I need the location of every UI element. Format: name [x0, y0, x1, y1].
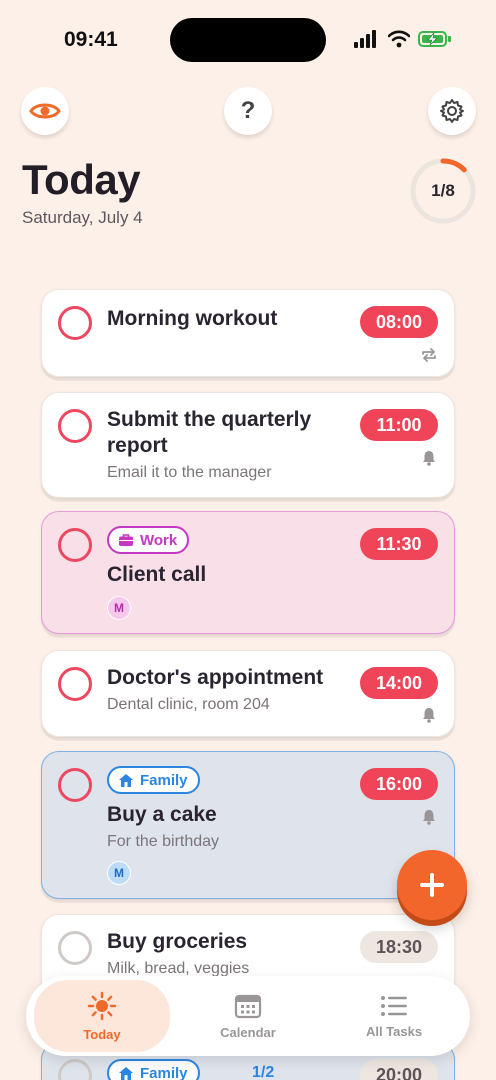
calendar-icon: [234, 994, 262, 1018]
repeat-icon: [422, 348, 436, 362]
status-bar: 09:41: [0, 0, 496, 80]
tab-label: Calendar: [220, 1024, 276, 1040]
task-checkbox[interactable]: [58, 768, 92, 802]
add-task-button[interactable]: [397, 850, 467, 920]
task-time[interactable]: 08:00: [360, 306, 438, 338]
task-checkbox[interactable]: [58, 1059, 92, 1080]
help-button[interactable]: ?: [224, 87, 272, 135]
task-card[interactable]: Morning workout 08:00: [41, 289, 455, 377]
task-checkbox[interactable]: [58, 667, 92, 701]
tab-today[interactable]: Today: [34, 980, 170, 1052]
tab-calendar[interactable]: Calendar: [180, 980, 316, 1052]
task-subtitle: For the birthday: [107, 833, 220, 850]
bell-icon: [423, 810, 435, 825]
task-checkbox[interactable]: [58, 306, 92, 340]
tab-label: Today: [83, 1026, 121, 1042]
task-checkbox[interactable]: [58, 409, 92, 443]
task-time[interactable]: 14:00: [360, 667, 438, 699]
home-icon: [119, 1066, 133, 1080]
visibility-button[interactable]: [21, 87, 69, 135]
task-title: Doctor's appointment: [107, 666, 324, 689]
status-time: 09:41: [64, 28, 118, 51]
task-title: Buy groceries: [107, 930, 248, 953]
progress-count: 1/8: [431, 181, 455, 200]
task-title: Buy a cake: [107, 803, 217, 826]
task-subtitle: Email it to the manager: [107, 464, 272, 481]
task-time[interactable]: 11:00: [360, 409, 438, 441]
task-time[interactable]: 11:30: [360, 528, 438, 560]
eye-icon: [29, 103, 61, 119]
tab-all-tasks[interactable]: All Tasks: [326, 980, 462, 1052]
tab-bar: Today Calendar All Tasks: [26, 976, 470, 1056]
help-icon: ?: [240, 97, 256, 124]
page-date: Saturday, July 4: [22, 208, 143, 227]
dynamic-island: [170, 18, 326, 62]
briefcase-icon: [119, 534, 133, 546]
avatar: M: [107, 596, 131, 620]
task-checkbox[interactable]: [58, 931, 92, 965]
task-title: Morning workout: [107, 307, 278, 330]
tab-label: All Tasks: [365, 1023, 423, 1039]
task-time[interactable]: 16:00: [360, 768, 438, 800]
subtask-count: 1/2: [252, 1064, 275, 1080]
tag-label: Family: [140, 771, 188, 789]
settings-button[interactable]: [428, 87, 476, 135]
task-title: Client call: [107, 563, 207, 586]
sun-icon: [87, 991, 117, 1020]
task-card[interactable]: Family Buy a cake For the birthday M 16:…: [41, 751, 455, 899]
task-time[interactable]: 20:00: [360, 1059, 438, 1080]
task-card[interactable]: Work Client call M 11:30: [41, 511, 455, 634]
avatar: M: [107, 861, 131, 885]
gear-icon: [440, 99, 464, 123]
page-title: Today: [22, 156, 141, 203]
task-time[interactable]: 18:30: [360, 931, 438, 963]
bell-icon: [423, 708, 435, 723]
task-checkbox[interactable]: [58, 528, 92, 562]
task-card[interactable]: Submit the quarterly report Email it to …: [41, 392, 455, 498]
task-tag[interactable]: Family: [107, 766, 200, 794]
status-icons: [354, 30, 452, 48]
task-subtitle: Dental clinic, room 204: [107, 696, 270, 713]
tag-label: Family: [140, 1064, 188, 1080]
tag-label: Work: [140, 531, 178, 549]
task-title: Submit the quarterly report: [107, 408, 312, 457]
task-tag[interactable]: Family: [107, 1059, 200, 1080]
plus-icon: [420, 873, 444, 897]
bell-icon: [423, 451, 435, 466]
battery-charging-icon: [418, 31, 451, 47]
wifi-icon: [388, 30, 410, 48]
task-tag[interactable]: Work: [107, 526, 190, 554]
signal-icon: [354, 30, 376, 48]
list-icon: [381, 995, 407, 1016]
home-icon: [119, 773, 133, 787]
task-card[interactable]: Doctor's appointment Dental clinic, room…: [41, 650, 455, 737]
